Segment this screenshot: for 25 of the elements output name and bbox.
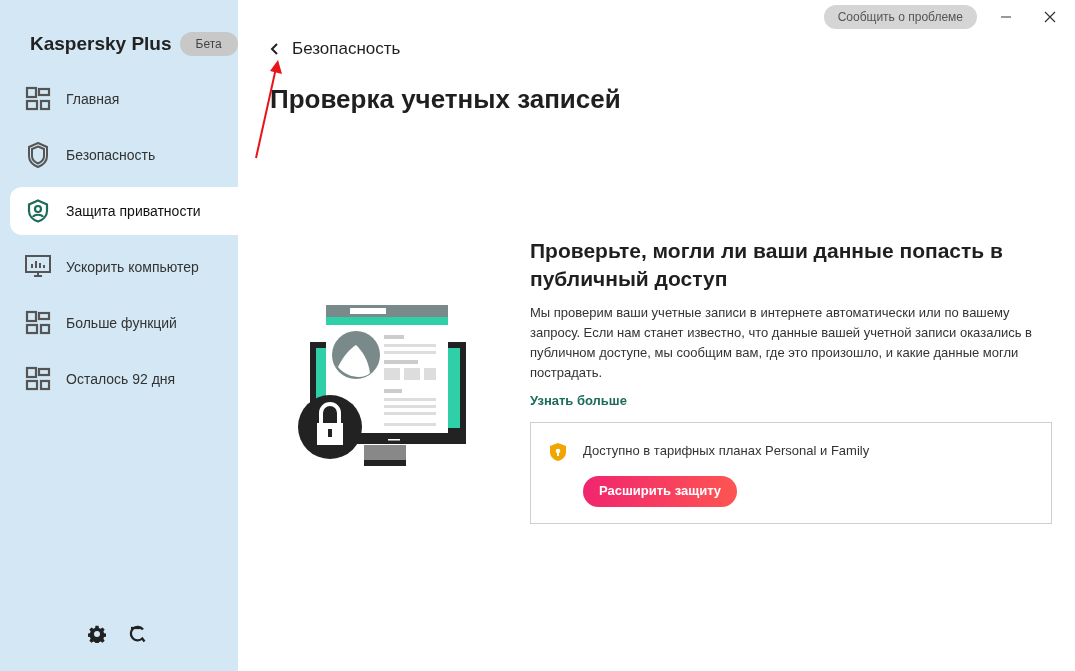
beta-badge: Бета [179, 32, 238, 56]
nav-item[interactable]: Главная [10, 75, 238, 123]
learn-more-link[interactable]: Узнать больше [530, 390, 1052, 410]
grid-icon [25, 366, 51, 392]
nav-item[interactable]: Безопасность [10, 131, 238, 179]
monitor-icon [25, 254, 51, 280]
description-text: Мы проверим ваши учетные записи в интернете автоматически или по вашему запросу. Если нам станет известно, что данные вашей учетной записи оказались в публичном доступе, мы сообщим вам, где это произошло, и какие данные могли пострадать. [530, 303, 1034, 382]
shield-icon [27, 142, 49, 168]
grid-icon [25, 86, 51, 112]
settings-icon[interactable] [88, 625, 106, 643]
back-chevron-icon[interactable] [270, 42, 280, 55]
page-title: Проверка учетных записей [269, 82, 622, 116]
plan-notice-text: Доступно в тарифных планах Personal и Family [583, 442, 870, 460]
report-problem-button[interactable]: Сообщить о проблеме [823, 5, 977, 29]
user-shield-icon [27, 199, 49, 223]
app-title: Kaspersky Plus [30, 31, 172, 56]
shield-lock-icon [549, 442, 567, 462]
nav-item[interactable]: Осталось 92 дня [10, 355, 238, 403]
upgrade-button[interactable]: Расширить защиту [583, 475, 738, 507]
nav-item[interactable]: Больше функций [10, 299, 238, 347]
grid-icon [25, 310, 51, 336]
nav-item[interactable]: Ускорить компьютер [10, 243, 238, 291]
back-link[interactable]: Безопасность [292, 36, 401, 62]
section-heading: Проверьте, могли ли ваши данные попасть в публичный доступ [530, 237, 1004, 292]
nav-item[interactable]: Защита приватности [10, 187, 238, 235]
